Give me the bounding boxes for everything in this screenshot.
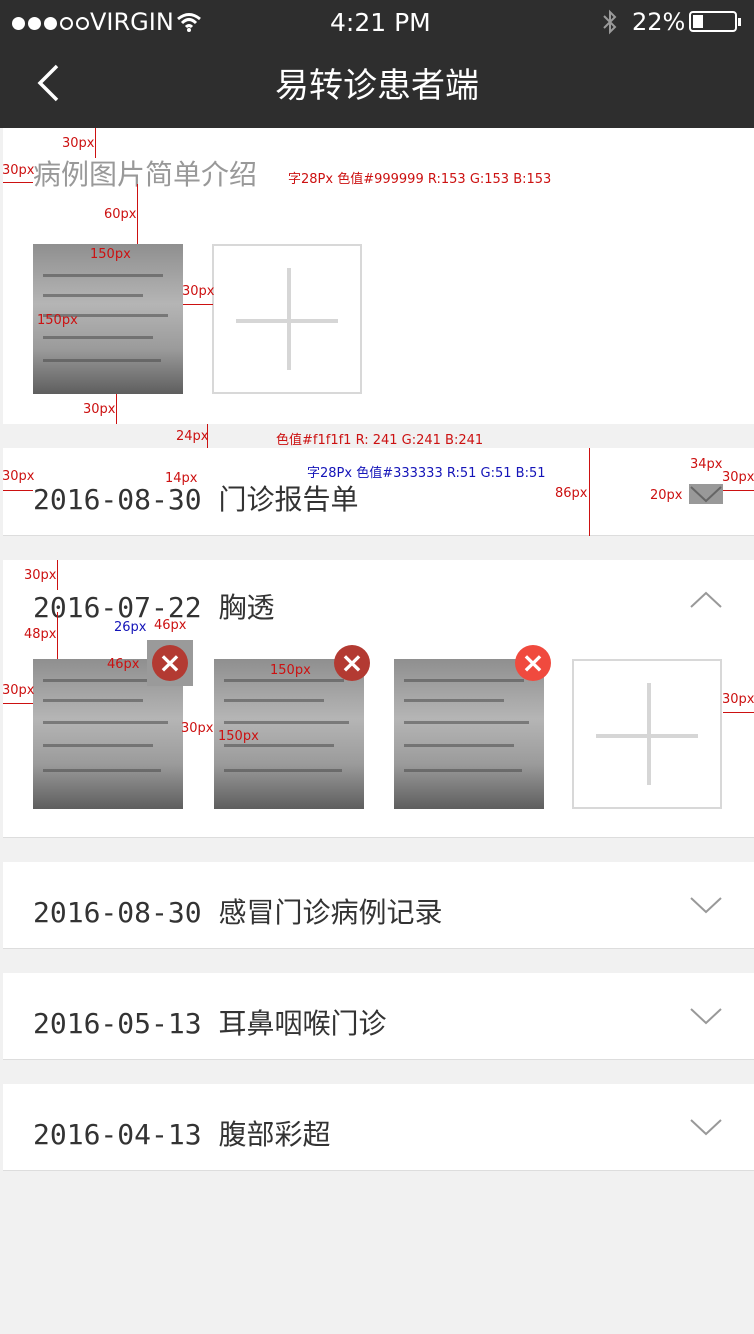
annotation-label: 150px — [90, 247, 131, 262]
battery-percent: 22% — [632, 8, 686, 36]
close-icon[interactable]: × — [334, 645, 370, 681]
chevron-down-icon[interactable] — [689, 484, 723, 504]
record-date: 2016-08-30 — [33, 896, 202, 929]
record-date: 2016-04-13 — [33, 1118, 202, 1151]
annotation-line — [137, 184, 138, 244]
annotation-label: 30px — [2, 469, 35, 484]
record-title: 2016-08-30 感冒门诊病例记录 — [33, 891, 442, 931]
annotation-line — [589, 448, 590, 536]
annotation-line — [723, 490, 754, 491]
add-image-button[interactable] — [572, 659, 722, 809]
annotation-label: 30px — [722, 692, 754, 707]
annotation-label: 30px — [2, 163, 35, 178]
annotation-label: 30px — [62, 136, 95, 151]
record-name: 感冒门诊病例记录 — [218, 896, 443, 929]
annotation-label: 48px — [24, 627, 57, 642]
annotation-label: 46px — [107, 657, 140, 672]
annotation-label: 30px — [722, 470, 754, 485]
wifi-icon — [177, 13, 201, 32]
clock: 4:21 PM — [330, 8, 431, 37]
record-title: 2016-05-13 耳鼻咽喉门诊 — [33, 1002, 386, 1042]
close-icon[interactable]: × — [152, 645, 188, 681]
record-title: 2016-04-13 腹部彩超 — [33, 1113, 330, 1153]
record-name: 腹部彩超 — [218, 1118, 331, 1151]
status-bar: VIRGIN 4:21 PM 22% — [0, 0, 754, 44]
annotation-label: 20px — [650, 488, 683, 503]
annotation-line — [723, 712, 754, 713]
add-image-button[interactable] — [212, 244, 362, 394]
annotation-label: 30px — [181, 721, 214, 736]
case-image-thumbnail[interactable] — [394, 659, 544, 809]
page-title: 易转诊患者端 — [275, 66, 479, 106]
annotation-label: 150px — [37, 313, 78, 328]
chevron-down-icon[interactable] — [689, 1117, 723, 1137]
signal-icon — [12, 8, 92, 36]
chevron-down-icon[interactable] — [689, 1006, 723, 1026]
record-date: 2016-08-30 — [33, 483, 202, 516]
annotation-label: 30px — [2, 683, 35, 698]
annotation-line — [57, 560, 58, 590]
annotation-line — [183, 304, 213, 305]
carrier-label: VIRGIN — [90, 8, 174, 36]
record-name: 门诊报告单 — [218, 483, 359, 516]
annotation-line — [57, 612, 58, 659]
battery-icon — [689, 11, 741, 32]
annotation-label: 30px — [83, 402, 116, 417]
record-date: 2016-05-13 — [33, 1007, 202, 1040]
annotation-label: 150px — [218, 729, 259, 744]
annotation-line — [116, 394, 117, 424]
annotation-label: 14px — [165, 471, 198, 486]
annotation-label: 30px — [182, 284, 215, 299]
annotation-line — [3, 490, 33, 491]
record-name: 耳鼻咽喉门诊 — [218, 1007, 387, 1040]
annotation-note: 色值#f1f1f1 R: 241 G:241 B:241 — [276, 433, 484, 448]
chevron-down-icon[interactable] — [689, 895, 723, 915]
annotation-label: 24px — [176, 429, 209, 444]
annotation-label: 86px — [555, 486, 588, 501]
bluetooth-icon — [603, 9, 617, 35]
annotation-line — [3, 182, 33, 183]
close-icon[interactable]: × — [515, 645, 551, 681]
annotation-note: 字28Px 色值#999999 R:153 G:153 B:153 — [288, 172, 552, 187]
annotation-label: 60px — [104, 207, 137, 222]
annotation-line — [95, 128, 96, 158]
annotation-label: 46px — [154, 618, 187, 633]
intro-title: 病例图片简单介绍 — [33, 158, 258, 191]
chevron-up-icon[interactable] — [689, 590, 723, 610]
record-name: 胸透 — [218, 591, 275, 624]
annotation-label: 26px — [114, 620, 147, 635]
annotation-label: 34px — [690, 457, 723, 472]
annotation-line — [3, 703, 33, 704]
annotation-label: 30px — [24, 568, 57, 583]
annotation-note: 字28Px 色值#333333 R:51 G:51 B:51 — [307, 466, 546, 481]
annotation-label: 150px — [270, 663, 311, 678]
